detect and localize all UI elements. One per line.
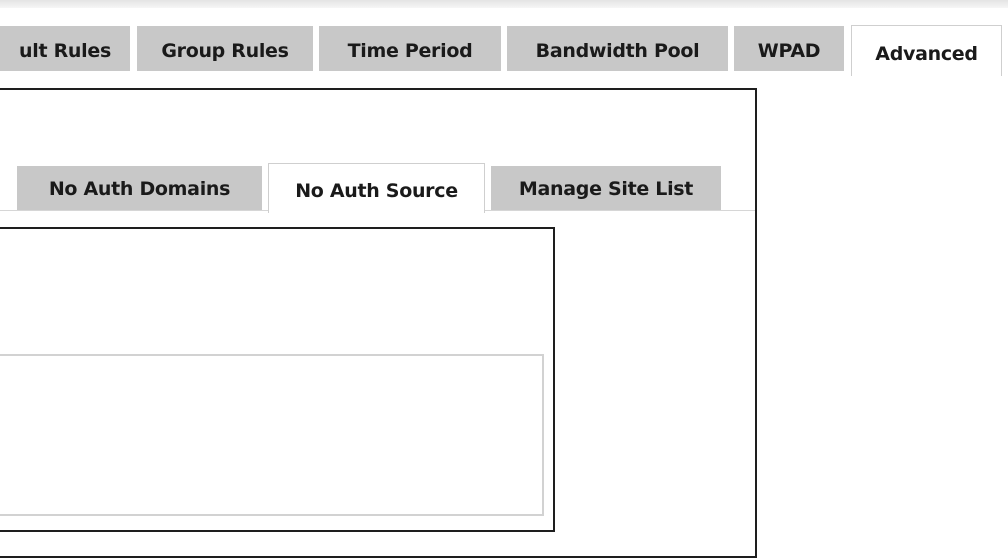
tab-wpad[interactable]: WPAD <box>734 26 844 71</box>
tab-time-period[interactable]: Time Period <box>319 26 501 71</box>
tab-default-rules[interactable]: ult Rules <box>0 26 130 71</box>
tab-manage-site-list[interactable]: Manage Site List <box>491 166 721 210</box>
window-top-strip <box>0 0 1008 8</box>
source-list-textarea[interactable] <box>0 354 544 516</box>
tab-advanced[interactable]: Advanced <box>851 25 1002 76</box>
tab-no-auth-domains[interactable]: No Auth Domains <box>17 166 262 210</box>
tab-no-auth-source[interactable]: No Auth Source <box>268 163 485 213</box>
tab-bandwidth-pool[interactable]: Bandwidth Pool <box>507 26 728 71</box>
tab-group-rules[interactable]: Group Rules <box>137 26 313 71</box>
